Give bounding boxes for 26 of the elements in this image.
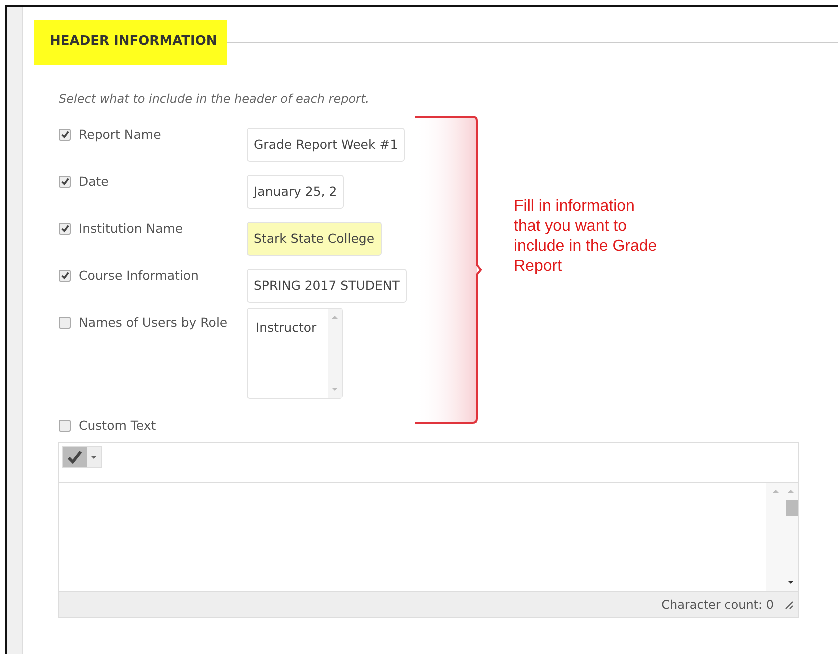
text-field[interactable]: January 25, 2 <box>247 174 344 210</box>
annotation-text: Fill in information that you want to include in the Grade Report <box>514 197 658 277</box>
text-field[interactable]: Stark State College <box>247 222 382 256</box>
checkbox[interactable] <box>59 128 71 141</box>
text-field[interactable]: SPRING 2017 STUDENT <box>247 268 407 304</box>
text-field[interactable]: Grade Report Week #1 <box>247 128 406 162</box>
checkbox[interactable] <box>59 316 71 329</box>
checkbox-label: Institution Name <box>79 220 184 238</box>
checkbox-label: Names of Users by Role <box>79 314 228 332</box>
section-title: HEADER INFORMATION <box>34 20 228 64</box>
checkbox[interactable] <box>59 176 71 188</box>
checkbox[interactable] <box>59 270 71 282</box>
checkbox-label: Course Information <box>79 266 199 284</box>
text-editor[interactable]: Character count: 0 <box>58 442 799 618</box>
checkbox[interactable] <box>59 420 71 432</box>
spellcheck-icon <box>67 450 83 464</box>
scrollbar[interactable] <box>766 483 798 592</box>
checkbox-label: Date <box>79 172 109 190</box>
checkbox[interactable] <box>59 222 71 235</box>
checkbox-label: Custom Text <box>79 416 156 434</box>
checkbox-label: Report Name <box>79 126 162 144</box>
resize-grip-icon[interactable] <box>784 600 794 610</box>
instruction-text: Select what to include in the header of each report. <box>59 90 370 108</box>
character-count: Character count: 0 <box>662 596 774 614</box>
list-box[interactable]: Instructor <box>247 308 343 398</box>
spellcheck-button[interactable] <box>62 446 102 468</box>
